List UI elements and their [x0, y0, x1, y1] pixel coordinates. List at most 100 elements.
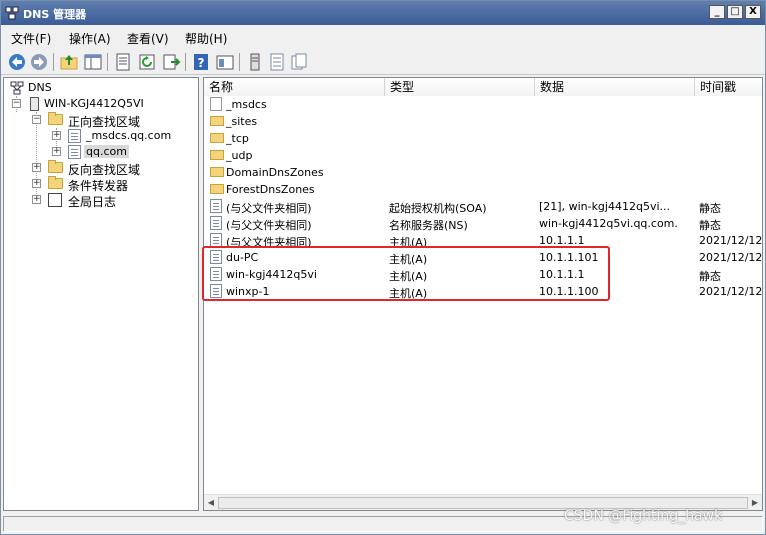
tree-node-global-logs[interactable]: + 全局日志	[8, 192, 198, 209]
column-header-type[interactable]: 类型	[385, 78, 535, 96]
cell-name: _msdcs	[226, 98, 267, 111]
close-button[interactable]: X	[745, 5, 761, 19]
folder-icon	[48, 176, 63, 189]
tree-label-server: WIN-KGJ4412Q5VI	[44, 97, 144, 110]
cell-data: [21], win-kgj4412q5vi...	[539, 200, 671, 213]
tree-label-global-logs: 全局日志	[68, 195, 117, 209]
folder-icon	[210, 150, 224, 160]
tree-label-zone-msdcs: _msdcs.qq.com	[86, 129, 172, 142]
cell-name: (与父文件夹相同)	[226, 202, 312, 215]
forward-arrow-icon[interactable]	[29, 52, 49, 72]
mmc-view-icon[interactable]	[215, 52, 235, 72]
column-header-timestamp[interactable]: 时间戳	[695, 78, 762, 96]
dns-record-icon	[210, 199, 222, 213]
list-row[interactable]: _sites	[204, 113, 762, 130]
cell-timestamp: 2021/12/12	[699, 251, 763, 264]
list-row[interactable]: DomainDnsZones	[204, 164, 762, 181]
list-row[interactable]: _udp	[204, 147, 762, 164]
column-header-data[interactable]: 数据	[535, 78, 695, 96]
watermark: CSDN @Fighting_hawk	[564, 508, 723, 524]
folder-icon	[210, 167, 224, 177]
title-bar[interactable]: DNS 管理器 _ □ X	[1, 1, 765, 25]
cell-name: (与父文件夹相同)	[226, 219, 312, 232]
tree-node-zone-msdcs[interactable]: + _msdcs.qq.com	[8, 128, 198, 144]
expand-toggle[interactable]: +	[52, 131, 61, 140]
tree-node-reverse-zones[interactable]: + 反向查找区域	[8, 160, 198, 177]
toolbar-separator	[53, 53, 54, 71]
dns-manager-window: DNS 管理器 _ □ X 文件(F) 操作(A) 查看(V) 帮助(H) ? …	[0, 0, 766, 535]
window-title: DNS 管理器	[23, 8, 87, 21]
server-icon[interactable]	[245, 52, 265, 72]
toolbar: ?	[1, 49, 765, 75]
server-icon	[30, 97, 39, 111]
collapse-toggle[interactable]: −	[12, 99, 21, 108]
show-hide-tree-icon[interactable]	[83, 52, 103, 72]
dns-root-icon	[10, 81, 24, 95]
dns-app-icon	[5, 6, 19, 20]
menu-action[interactable]: 操作(A)	[69, 30, 111, 47]
folder-icon	[210, 184, 224, 194]
expand-toggle[interactable]: +	[32, 179, 41, 188]
refresh-icon[interactable]	[137, 52, 157, 72]
cell-name: _tcp	[226, 132, 249, 145]
toolbar-separator	[185, 53, 186, 71]
tree-node-conditional-forwarders[interactable]: + 条件转发器	[8, 176, 198, 193]
cell-name: DomainDnsZones	[226, 166, 324, 179]
expand-toggle[interactable]: +	[52, 147, 61, 156]
tree-node-dns[interactable]: DNS	[8, 80, 188, 96]
record-icon[interactable]	[289, 52, 309, 72]
tree-label-zone-qq: qq.com	[84, 145, 129, 158]
help-icon[interactable]: ?	[191, 52, 211, 72]
dns-record-icon	[210, 233, 222, 247]
cell-type: 起始授权机构(SOA)	[389, 202, 487, 215]
tree-label-dns: DNS	[28, 81, 52, 94]
back-arrow-icon[interactable]	[7, 52, 27, 72]
cell-timestamp: 静态	[699, 270, 721, 283]
event-log-icon	[48, 193, 62, 207]
up-folder-icon[interactable]	[59, 52, 79, 72]
list-row[interactable]: _tcp	[204, 130, 762, 147]
cell-name: ForestDnsZones	[226, 183, 315, 196]
folder-icon	[48, 160, 63, 173]
console-tree[interactable]: DNS − WIN-KGJ4412Q5VI − 正向查找区域 + _msdcs.…	[3, 77, 199, 511]
folder-icon	[210, 133, 224, 143]
menu-help[interactable]: 帮助(H)	[185, 30, 227, 47]
toolbar-separator	[107, 53, 108, 71]
cell-timestamp: 2021/12/12	[699, 234, 763, 247]
expand-toggle[interactable]: +	[32, 163, 41, 172]
cell-name: _sites	[226, 115, 258, 128]
menu-file[interactable]: 文件(F)	[11, 30, 51, 47]
menu-bar: 文件(F) 操作(A) 查看(V) 帮助(H)	[1, 25, 765, 49]
collapse-toggle[interactable]: −	[32, 115, 41, 124]
zone-file-icon	[68, 145, 81, 159]
list-row[interactable]: _msdcs	[204, 96, 762, 113]
column-header-name[interactable]: 名称	[204, 78, 385, 96]
tree-node-zone-qq[interactable]: + qq.com	[8, 144, 198, 160]
dns-record-icon	[210, 216, 222, 230]
export-list-icon[interactable]	[161, 52, 181, 72]
zone-icon[interactable]	[267, 52, 287, 72]
zone-file-icon	[68, 129, 81, 143]
expand-toggle[interactable]: +	[32, 195, 41, 204]
menu-view[interactable]: 查看(V)	[127, 30, 169, 47]
list-row[interactable]: ForestDnsZones	[204, 181, 762, 198]
cell-timestamp: 静态	[699, 202, 721, 215]
cell-timestamp: 静态	[699, 219, 721, 232]
highlight-annotation-box	[202, 246, 610, 301]
tree-node-server[interactable]: − WIN-KGJ4412Q5VI	[8, 96, 198, 112]
scroll-left-arrow[interactable]: ◀	[205, 497, 217, 509]
properties-icon[interactable]	[113, 52, 133, 72]
list-row[interactable]: (与父文件夹相同) 起始授权机构(SOA) [21], win-kgj4412q5v…	[204, 198, 762, 215]
cell-name: _udp	[226, 149, 253, 162]
maximize-button[interactable]: □	[727, 5, 743, 19]
minimize-button[interactable]: _	[709, 5, 725, 19]
list-row[interactable]: (与父文件夹相同) 名称服务器(NS) win-kgj4412q5vi.qq.com…	[204, 215, 762, 232]
scroll-right-arrow[interactable]: ▶	[749, 497, 761, 509]
list-header: 名称 类型 数据 时间戳	[204, 78, 762, 96]
cell-data: win-kgj4412q5vi.qq.com.	[539, 217, 678, 230]
svg-text:?: ?	[198, 56, 205, 70]
folder-icon	[210, 116, 224, 126]
tree-node-forward-zones[interactable]: − 正向查找区域	[8, 112, 198, 129]
folder-icon	[48, 112, 63, 125]
zone-file-icon	[210, 97, 222, 111]
